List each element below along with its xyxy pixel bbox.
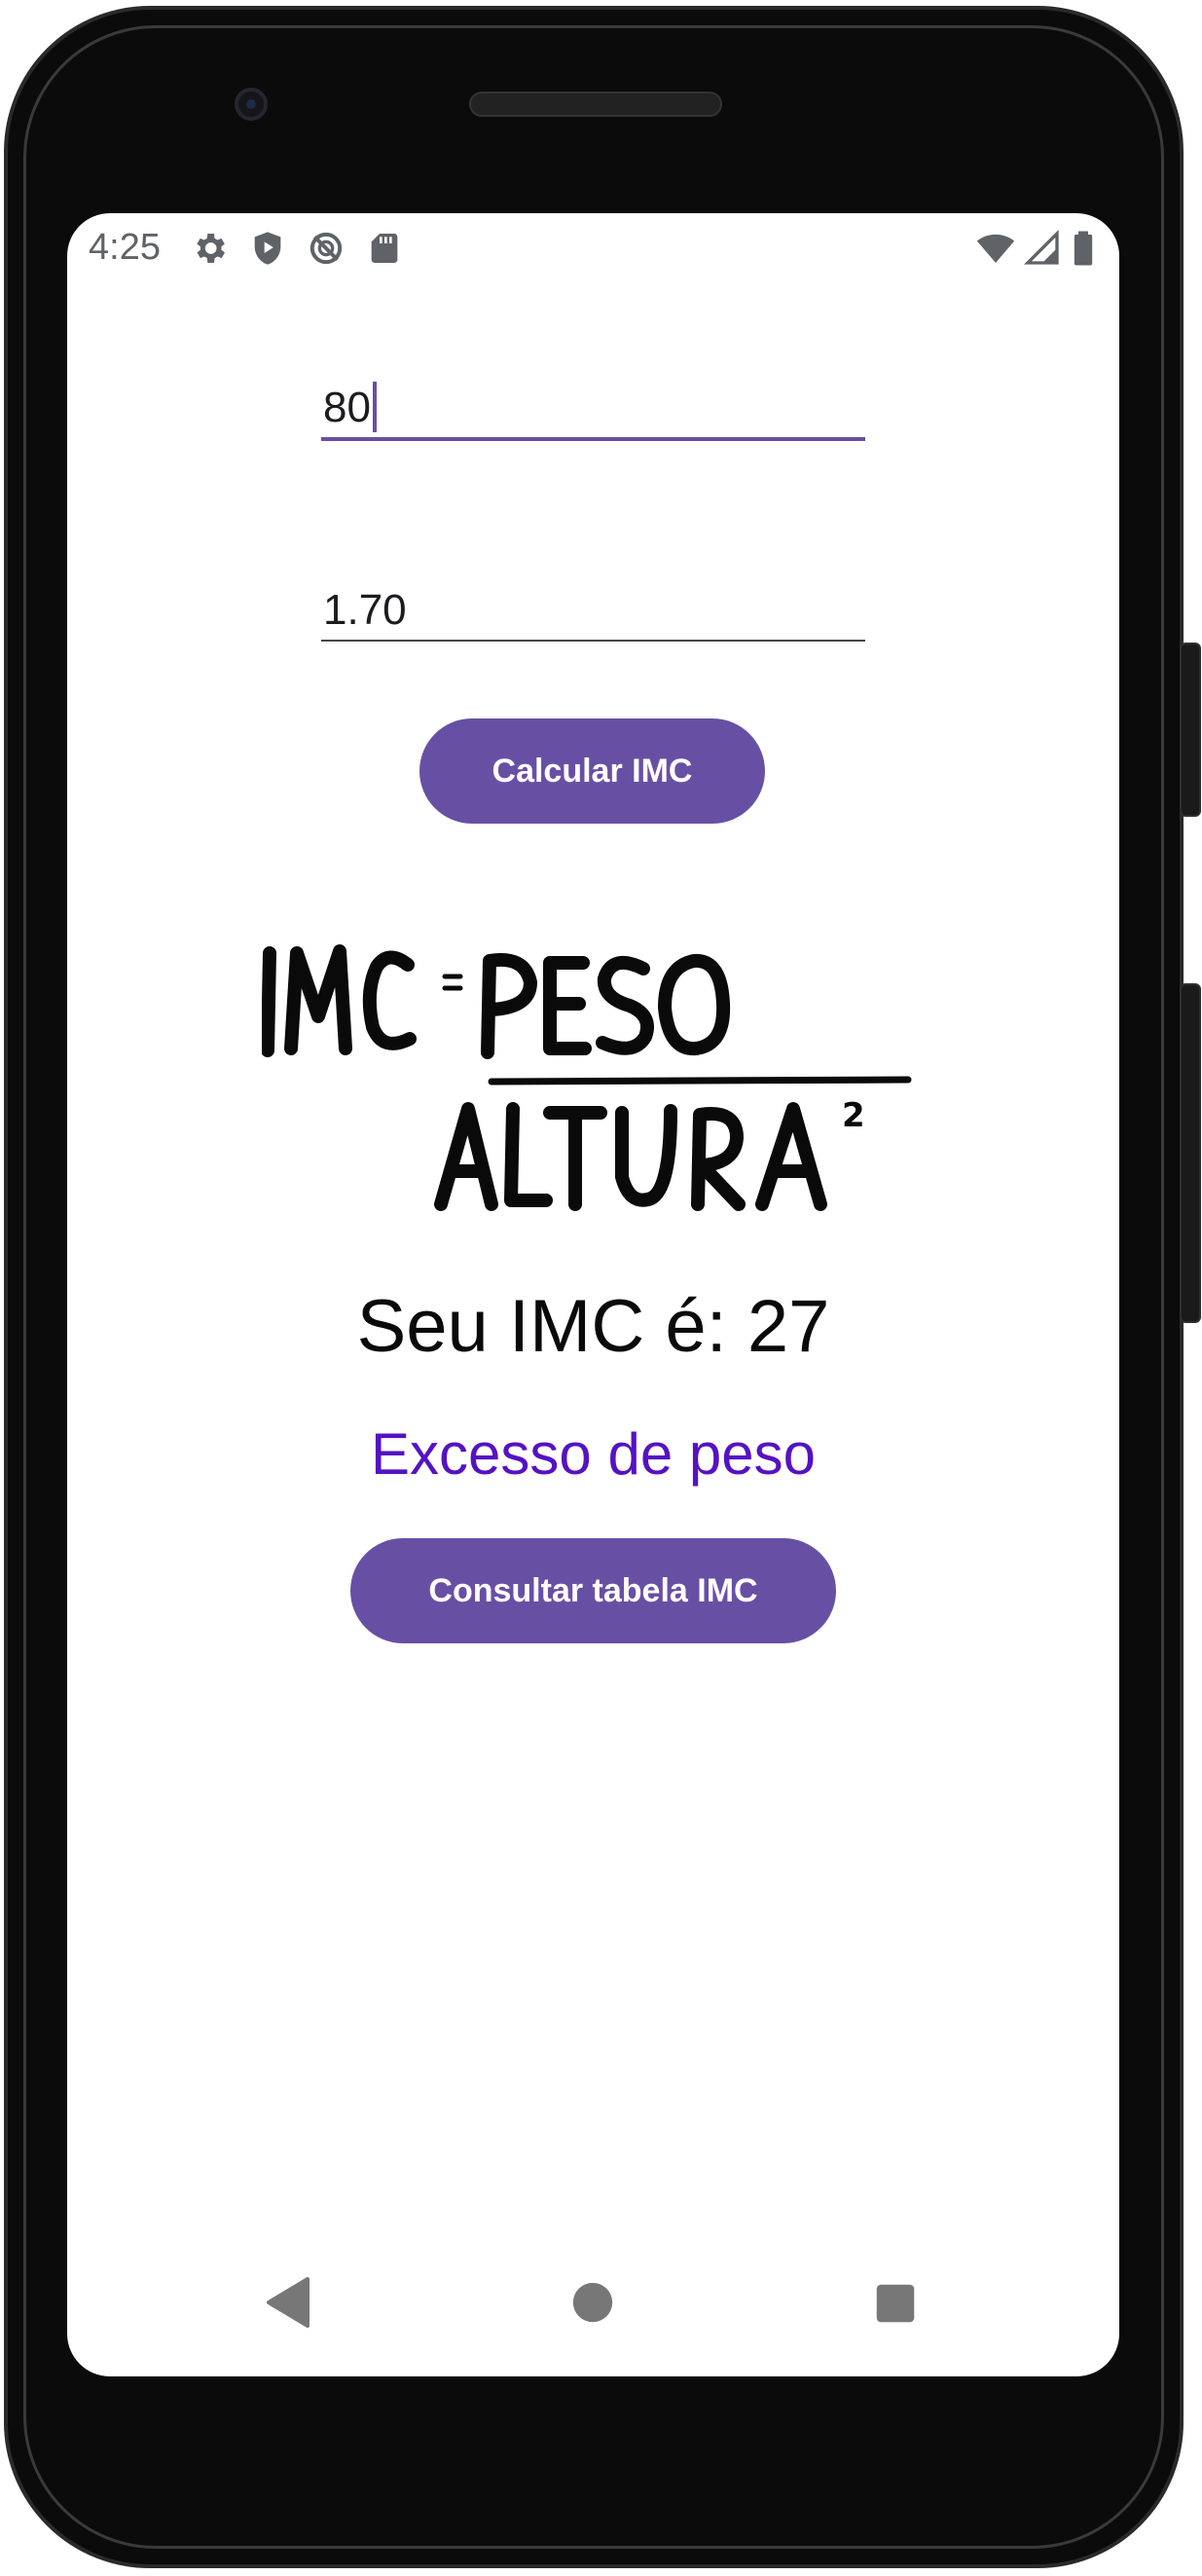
front-camera	[235, 88, 268, 121]
bmi-formula-image: 2	[262, 944, 912, 1211]
wifi-icon	[976, 234, 1015, 263]
gear-icon	[197, 234, 225, 263]
home-icon[interactable]	[571, 2281, 614, 2324]
status-time: 4:25	[89, 227, 161, 268]
shield-play-icon	[254, 232, 281, 265]
battery-icon	[1074, 231, 1093, 266]
consult-table-button-label: Consultar tabela IMC	[428, 1571, 758, 1609]
app-screen: 4:25 80 1.70 Calcular IMC 2 Seu IMC é: 2…	[67, 213, 1119, 2376]
consult-table-button[interactable]: Consultar tabela IMC	[350, 1538, 836, 1643]
recents-icon[interactable]	[875, 2283, 916, 2324]
sd-card-icon	[371, 234, 398, 263]
back-icon[interactable]	[264, 2275, 312, 2330]
height-input[interactable]: 1.70	[321, 581, 865, 642]
weight-input[interactable]: 80	[321, 379, 865, 441]
calculate-button-label: Calcular IMC	[492, 752, 693, 790]
calculate-button[interactable]: Calcular IMC	[419, 718, 765, 824]
weight-value: 80	[323, 384, 371, 431]
height-value: 1.70	[323, 586, 407, 634]
imc-category-text: Excesso de peso	[371, 1421, 816, 1487]
navigation-bar	[67, 2250, 1119, 2376]
text-cursor	[372, 382, 377, 433]
height-input-underline	[321, 640, 865, 642]
power-button	[1180, 643, 1201, 817]
svg-text:2: 2	[842, 1096, 865, 1135]
weight-input-underline	[321, 437, 865, 441]
phone-frame: 4:25 80 1.70 Calcular IMC 2 Seu IMC é: 2…	[0, 0, 1202, 2576]
imc-result-text: Seu IMC é: 27	[356, 1285, 830, 1368]
volume-button	[1180, 983, 1201, 1323]
no-sync-icon	[310, 232, 343, 265]
status-bar: 4:25	[67, 213, 1119, 281]
earpiece-speaker	[469, 92, 722, 117]
signal-icon	[1023, 229, 1059, 265]
